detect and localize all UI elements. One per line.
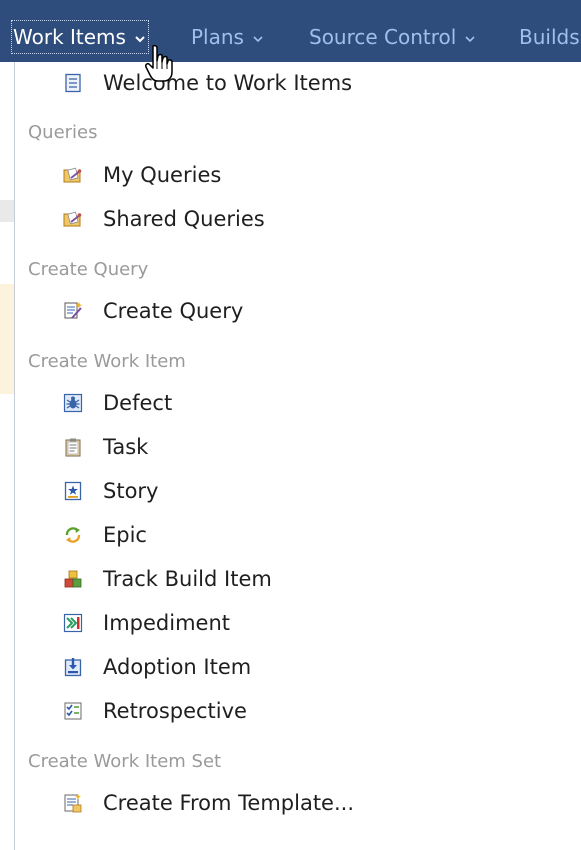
menu-item-label: Create From Template... (103, 791, 355, 815)
retrospective-icon (63, 701, 83, 721)
menu-item-label: Shared Queries (103, 207, 265, 231)
menu-item-label: Create Query (103, 299, 244, 323)
blocks-icon (63, 569, 83, 589)
nav-work-items-label: Work Items (13, 25, 126, 49)
nav-plans-label: Plans (191, 25, 244, 49)
menu-item-adoption-item[interactable]: Adoption Item (63, 651, 563, 683)
section-heading-create-work-item-set: Create Work Item Set (28, 751, 222, 772)
nav-builds[interactable]: Builds (519, 22, 580, 52)
menu-item-shared-queries[interactable]: Shared Queries (63, 203, 563, 235)
section-heading-create-query: Create Query (28, 259, 149, 280)
nav-source-control[interactable]: Source Control (309, 22, 475, 52)
menu-item-create-query[interactable]: Create Query (63, 295, 563, 327)
page: Work Items Plans Source Control Builds W… (0, 0, 581, 850)
create-query-icon (63, 301, 83, 321)
menu-item-label: Track Build Item (103, 567, 272, 591)
menu-item-welcome[interactable]: Welcome to Work Items (63, 67, 563, 99)
chevron-down-icon (253, 34, 263, 44)
clipboard-icon (63, 437, 83, 457)
menu-item-label: My Queries (103, 163, 222, 187)
query-folder-icon (63, 165, 83, 185)
query-folder-icon (63, 209, 83, 229)
menu-item-track-build-item[interactable]: Track Build Item (63, 563, 563, 595)
adoption-icon (63, 657, 83, 677)
menu-item-impediment[interactable]: Impediment (63, 607, 563, 639)
menu-item-my-queries[interactable]: My Queries (63, 159, 563, 191)
chevron-down-icon (135, 34, 145, 44)
menu-item-story[interactable]: Story (63, 475, 563, 507)
menu-item-label: Retrospective (103, 699, 247, 723)
section-heading-create-work-item: Create Work Item (28, 351, 186, 372)
nav-builds-label: Builds (519, 25, 580, 49)
work-items-dropdown-menu: Welcome to Work Items Queries My Queries (14, 62, 581, 850)
menu-item-label: Epic (103, 523, 147, 547)
hand-cursor-icon (144, 44, 174, 84)
nav-work-items[interactable]: Work Items (11, 20, 149, 54)
menu-item-label: Impediment (103, 611, 230, 635)
nav-plans[interactable]: Plans (191, 22, 263, 52)
menu-item-task[interactable]: Task (63, 431, 563, 463)
bug-icon (63, 393, 83, 413)
story-icon (63, 481, 83, 501)
section-heading-queries: Queries (28, 122, 98, 143)
menu-item-label: Story (103, 479, 159, 503)
background-page-edge (0, 62, 14, 850)
impediment-icon (63, 613, 83, 633)
menu-item-retrospective[interactable]: Retrospective (63, 695, 563, 727)
menu-item-label: Adoption Item (103, 655, 252, 679)
menu-item-create-from-template[interactable]: Create From Template... (63, 787, 563, 819)
menu-item-label: Defect (103, 391, 173, 415)
nav-source-control-label: Source Control (309, 25, 457, 49)
top-nav-bar: Work Items Plans Source Control Builds (0, 0, 581, 63)
list-icon (63, 73, 83, 93)
menu-item-label: Task (103, 435, 149, 459)
template-icon (63, 793, 83, 813)
menu-item-epic[interactable]: Epic (63, 519, 563, 551)
menu-item-defect[interactable]: Defect (63, 387, 563, 419)
chevron-down-icon (465, 34, 475, 44)
menu-item-label: Welcome to Work Items (103, 71, 353, 95)
cycle-icon (63, 525, 83, 545)
